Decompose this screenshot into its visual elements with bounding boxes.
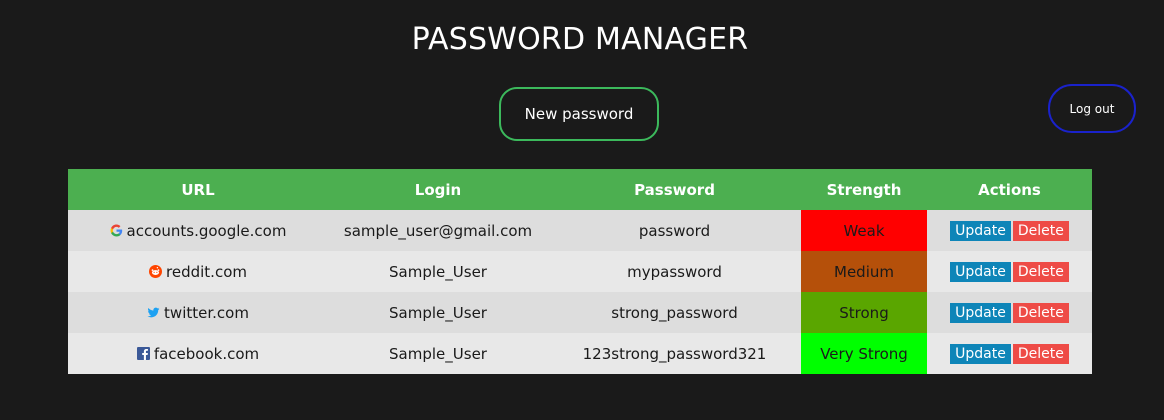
url-text: twitter.com xyxy=(164,303,249,322)
login-cell: sample_user@gmail.com xyxy=(328,210,548,251)
reddit-icon xyxy=(149,264,163,278)
logout-button[interactable]: Log out xyxy=(1048,84,1136,133)
password-cell: mypassword xyxy=(548,251,801,292)
url-text: facebook.com xyxy=(153,344,260,363)
table-header-row: URL Login Password Strength Actions xyxy=(68,169,1092,210)
url-cell: reddit.com xyxy=(68,251,328,292)
update-button[interactable]: Update xyxy=(950,220,1011,241)
table-row: accounts.google.com sample_user@gmail.co… xyxy=(68,210,1092,251)
column-header-actions: Actions xyxy=(927,169,1092,210)
table-row: facebook.com Sample_User 123strong_passw… xyxy=(68,333,1092,374)
actions-cell: Update Delete xyxy=(927,292,1092,333)
login-cell: Sample_User xyxy=(328,292,548,333)
password-cell: 123strong_password321 xyxy=(548,333,801,374)
new-password-button[interactable]: New password xyxy=(499,87,659,141)
page-title: PASSWORD MANAGER xyxy=(411,22,749,57)
table-row: twitter.com Sample_User strong_password … xyxy=(68,292,1092,333)
url-text: reddit.com xyxy=(166,262,247,281)
column-header-password: Password xyxy=(548,169,801,210)
delete-button[interactable]: Delete xyxy=(1012,261,1069,282)
strength-cell: Weak xyxy=(801,210,927,251)
password-table: URL Login Password Strength Actions acco… xyxy=(68,169,1092,374)
column-header-url: URL xyxy=(68,169,328,210)
page: PASSWORD MANAGER New password Log out UR… xyxy=(0,0,1164,420)
column-header-login: Login xyxy=(328,169,548,210)
actions-cell: Update Delete xyxy=(927,210,1092,251)
update-button[interactable]: Update xyxy=(950,343,1011,364)
google-icon xyxy=(110,224,123,237)
strength-cell: Medium xyxy=(801,251,927,292)
actions-cell: Update Delete xyxy=(927,251,1092,292)
login-cell: Sample_User xyxy=(328,251,548,292)
strength-cell: Very Strong xyxy=(801,333,927,374)
password-cell: password xyxy=(548,210,801,251)
url-text: accounts.google.com xyxy=(126,221,287,240)
delete-button[interactable]: Delete xyxy=(1012,302,1069,323)
url-cell: twitter.com xyxy=(68,292,328,333)
password-cell: strong_password xyxy=(548,292,801,333)
facebook-icon xyxy=(136,346,150,360)
column-header-strength: Strength xyxy=(801,169,927,210)
url-cell: accounts.google.com xyxy=(68,210,328,251)
table-row: reddit.com Sample_User mypassword Medium… xyxy=(68,251,1092,292)
delete-button[interactable]: Delete xyxy=(1012,343,1069,364)
url-cell: facebook.com xyxy=(68,333,328,374)
twitter-icon xyxy=(147,306,160,319)
update-button[interactable]: Update xyxy=(950,302,1011,323)
login-cell: Sample_User xyxy=(328,333,548,374)
strength-cell: Strong xyxy=(801,292,927,333)
update-button[interactable]: Update xyxy=(950,261,1011,282)
delete-button[interactable]: Delete xyxy=(1012,220,1069,241)
actions-cell: Update Delete xyxy=(927,333,1092,374)
